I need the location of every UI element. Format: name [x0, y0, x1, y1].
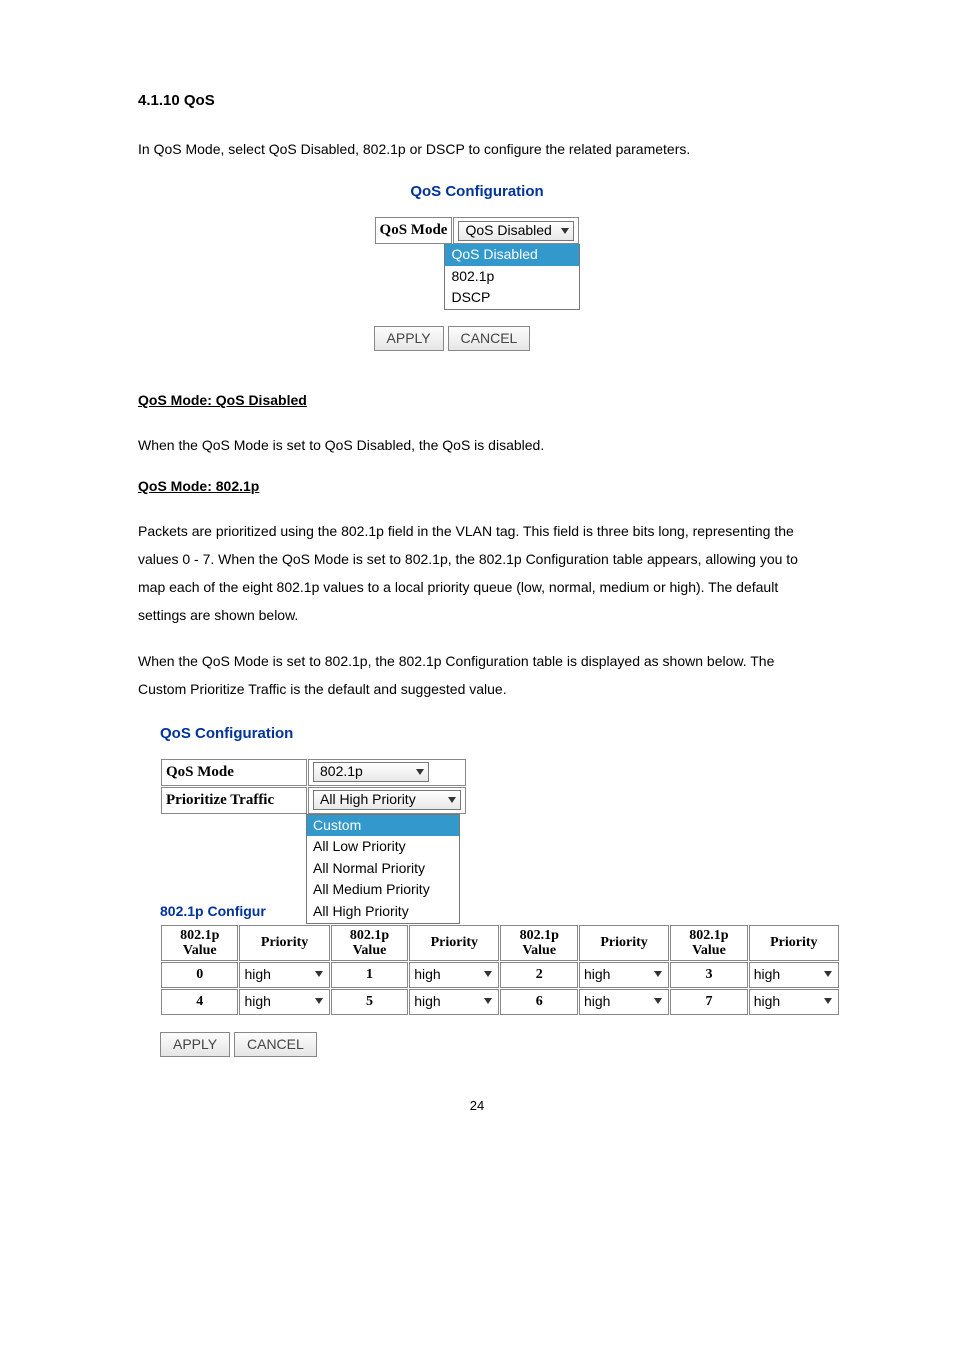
- page-number: 24: [138, 1097, 816, 1115]
- prioritize-traffic-select-cell: All High Priority: [308, 787, 466, 814]
- qos-mode-select-1[interactable]: QoS Disabled: [458, 221, 574, 241]
- priority-select[interactable]: high: [579, 989, 669, 1015]
- qos-disabled-heading: QoS Mode: QoS Disabled: [138, 391, 816, 411]
- chevron-down-icon: [824, 998, 832, 1004]
- qos-8021p-heading: QoS Mode: 802.1p: [138, 477, 816, 497]
- 8021p-config-table: 802.1pValue Priority 802.1pValue Priorit…: [160, 924, 840, 1016]
- qos-mode-option-8021p[interactable]: 802.1p: [445, 266, 579, 288]
- value-cell: 5: [331, 989, 408, 1015]
- chevron-down-icon: [315, 971, 323, 977]
- chevron-down-icon: [654, 971, 662, 977]
- prioritize-traffic-select-text: All High Priority: [320, 790, 442, 810]
- prioritize-dropdown-list: Custom All Low Priority All Normal Prior…: [306, 814, 460, 924]
- intro-paragraph: In QoS Mode, select QoS Disabled, 802.1p…: [138, 135, 816, 163]
- value-cell: 1: [331, 962, 408, 988]
- col-priority: Priority: [749, 925, 839, 962]
- value-cell: 6: [500, 989, 577, 1015]
- cancel-button-1[interactable]: CANCEL: [448, 326, 531, 352]
- qos-mode-table-1: QoS Mode QoS Disabled: [374, 216, 581, 245]
- priority-select[interactable]: high: [749, 989, 839, 1015]
- cancel-button-2[interactable]: CANCEL: [234, 1032, 317, 1058]
- 8021p-config-subtitle: 802.1p Configur: [160, 902, 266, 922]
- prioritize-option-low[interactable]: All Low Priority: [307, 836, 459, 858]
- prioritize-option-high[interactable]: All High Priority: [307, 901, 459, 923]
- apply-button-2[interactable]: APPLY: [160, 1032, 230, 1058]
- value-cell: 3: [670, 962, 747, 988]
- qos-mode-select-2-text: 802.1p: [320, 762, 410, 782]
- priority-select[interactable]: high: [579, 962, 669, 988]
- chevron-down-icon: [484, 998, 492, 1004]
- prioritize-option-medium[interactable]: All Medium Priority: [307, 879, 459, 901]
- col-8021p-value: 802.1pValue: [500, 925, 577, 962]
- qos-8021p-text2: When the QoS Mode is set to 802.1p, the …: [138, 647, 816, 703]
- chevron-down-icon: [484, 971, 492, 977]
- qos-mode-table-2: QoS Mode 802.1p Prioritize Traffic All H…: [160, 758, 467, 815]
- qos-8021p-text1: Packets are prioritized using the 802.1p…: [138, 517, 816, 629]
- value-cell: 0: [161, 962, 238, 988]
- priority-select[interactable]: high: [749, 962, 839, 988]
- table-row: 4 high 5 high 6 high 7 high: [161, 989, 839, 1015]
- section-heading: 4.1.10 QoS: [138, 90, 816, 111]
- chevron-down-icon: [824, 971, 832, 977]
- qos-mode-option-disabled[interactable]: QoS Disabled: [445, 244, 579, 266]
- qos-disabled-text: When the QoS Mode is set to QoS Disabled…: [138, 431, 816, 459]
- col-8021p-value: 802.1pValue: [670, 925, 747, 962]
- qos-mode-select-cell-1: QoS Disabled: [453, 217, 579, 244]
- col-8021p-value: 802.1pValue: [331, 925, 408, 962]
- col-8021p-value: 802.1pValue: [161, 925, 238, 962]
- col-priority: Priority: [579, 925, 669, 962]
- chevron-down-icon: [416, 769, 424, 775]
- priority-select[interactable]: high: [409, 962, 499, 988]
- qos-mode-dropdown-list: QoS Disabled 802.1p DSCP: [444, 244, 580, 310]
- value-cell: 4: [161, 989, 238, 1015]
- qos-mode-label-2: QoS Mode: [161, 759, 307, 786]
- value-cell: 2: [500, 962, 577, 988]
- qos-config-title-1: QoS Configuration: [374, 181, 581, 202]
- apply-button-1[interactable]: APPLY: [374, 326, 444, 352]
- chevron-down-icon: [315, 998, 323, 1004]
- chevron-down-icon: [448, 797, 456, 803]
- table-row: 0 high 1 high 2 high 3 high: [161, 962, 839, 988]
- qos-mode-select-2[interactable]: 802.1p: [313, 762, 429, 782]
- prioritize-option-normal[interactable]: All Normal Priority: [307, 858, 459, 880]
- qos-config-title-2: QoS Configuration: [160, 723, 816, 744]
- col-priority: Priority: [239, 925, 329, 962]
- chevron-down-icon: [654, 998, 662, 1004]
- qos-mode-option-dscp[interactable]: DSCP: [445, 287, 579, 309]
- col-priority: Priority: [409, 925, 499, 962]
- qos-mode-select-1-text: QoS Disabled: [465, 221, 555, 241]
- priority-select[interactable]: high: [239, 962, 329, 988]
- priority-select[interactable]: high: [409, 989, 499, 1015]
- chevron-down-icon: [561, 228, 569, 234]
- prioritize-traffic-select[interactable]: All High Priority: [313, 790, 461, 810]
- qos-mode-select-cell-2: 802.1p: [308, 759, 466, 786]
- value-cell: 7: [670, 989, 747, 1015]
- priority-select[interactable]: high: [239, 989, 329, 1015]
- qos-mode-label-1: QoS Mode: [375, 217, 453, 244]
- prioritize-option-custom[interactable]: Custom: [307, 815, 459, 837]
- prioritize-traffic-label: Prioritize Traffic: [161, 787, 307, 814]
